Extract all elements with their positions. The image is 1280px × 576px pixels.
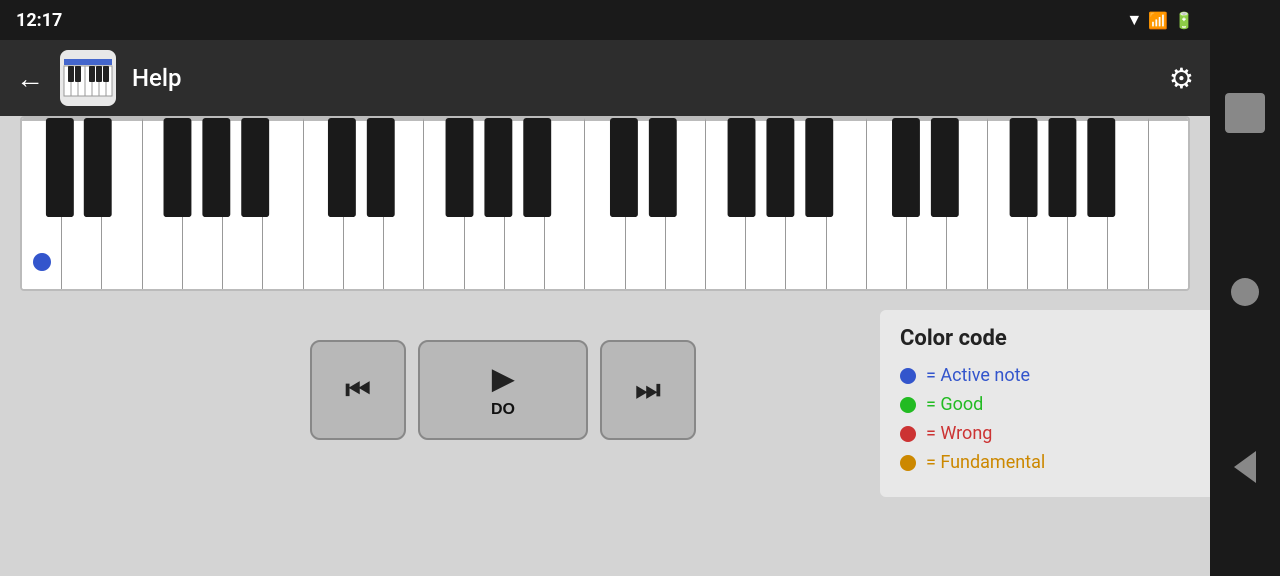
white-key-0[interactable]: [22, 118, 62, 289]
status-time: 12:17: [16, 10, 62, 31]
white-key-27[interactable]: [1108, 118, 1148, 289]
color-wrong: = Wrong: [900, 423, 1240, 444]
next-icon: ⏭: [635, 374, 660, 407]
sidebar-square-button[interactable]: [1225, 93, 1265, 133]
piano-icon: [63, 58, 113, 98]
signal-icon: 📶: [1148, 11, 1168, 30]
white-key-6[interactable]: [263, 118, 303, 289]
play-button[interactable]: ▶ DO: [418, 340, 588, 440]
sidebar-circle-button[interactable]: [1231, 278, 1259, 306]
white-key-3[interactable]: [143, 118, 183, 289]
white-key-9[interactable]: [384, 118, 424, 289]
prev-button[interactable]: ⏮: [310, 340, 406, 440]
white-key-8[interactable]: [344, 118, 384, 289]
good-label: = Good: [926, 394, 983, 415]
white-key-12[interactable]: [505, 118, 545, 289]
white-key-22[interactable]: [907, 118, 947, 289]
status-icons: ▼ 📶 🔋: [1126, 10, 1194, 30]
color-code-panel: Color code = Active note = Good = Wrong …: [880, 310, 1260, 497]
color-code-title: Color code: [900, 326, 1240, 351]
status-bar: 12:17 ▼ 📶 🔋: [0, 0, 1210, 40]
white-key-25[interactable]: [1028, 118, 1068, 289]
app-icon: [60, 50, 116, 106]
playback-controls: ⏮ ▶ DO ⏭: [310, 340, 696, 440]
color-good: = Good: [900, 394, 1240, 415]
white-key-23[interactable]: [947, 118, 987, 289]
white-key-4[interactable]: [183, 118, 223, 289]
white-key-7[interactable]: [304, 118, 344, 289]
wrong-dot: [900, 426, 916, 442]
sidebar-back-button[interactable]: [1234, 451, 1256, 483]
color-active-note: = Active note: [900, 365, 1240, 386]
white-key-24[interactable]: [988, 118, 1028, 289]
color-fundamental: = Fundamental: [900, 452, 1240, 473]
white-key-2[interactable]: [102, 118, 142, 289]
active-note-dot: [900, 368, 916, 384]
white-key-13[interactable]: [545, 118, 585, 289]
wifi-icon: ▼: [1126, 10, 1142, 30]
white-key-28[interactable]: [1149, 118, 1188, 289]
app-bar: ← Help ⚙: [0, 40, 1210, 116]
note-label: DO: [491, 401, 515, 419]
white-key-15[interactable]: [626, 118, 666, 289]
white-key-11[interactable]: [465, 118, 505, 289]
battery-icon: 🔋: [1174, 11, 1194, 30]
back-button[interactable]: ←: [16, 62, 44, 95]
next-button[interactable]: ⏭: [600, 340, 696, 440]
piano-keyboard: [20, 116, 1190, 291]
white-key-21[interactable]: [867, 118, 907, 289]
white-key-17[interactable]: [706, 118, 746, 289]
fundamental-label: = Fundamental: [926, 452, 1045, 473]
white-key-1[interactable]: [62, 118, 102, 289]
white-key-20[interactable]: [827, 118, 867, 289]
white-key-18[interactable]: [746, 118, 786, 289]
fundamental-dot: [900, 455, 916, 471]
white-key-26[interactable]: [1068, 118, 1108, 289]
white-key-14[interactable]: [585, 118, 625, 289]
keys-container: [22, 118, 1188, 289]
white-key-5[interactable]: [223, 118, 263, 289]
prev-icon: ⏮: [345, 374, 370, 407]
wrong-label: = Wrong: [926, 423, 992, 444]
active-note-label: = Active note: [926, 365, 1030, 386]
app-title: Help: [132, 64, 1153, 92]
good-dot: [900, 397, 916, 413]
white-key-10[interactable]: [424, 118, 464, 289]
white-key-19[interactable]: [786, 118, 826, 289]
white-keys: [22, 118, 1188, 289]
right-sidebar: [1210, 0, 1280, 576]
settings-button[interactable]: ⚙: [1169, 62, 1194, 95]
white-key-16[interactable]: [666, 118, 706, 289]
play-icon: ▶: [492, 362, 514, 395]
